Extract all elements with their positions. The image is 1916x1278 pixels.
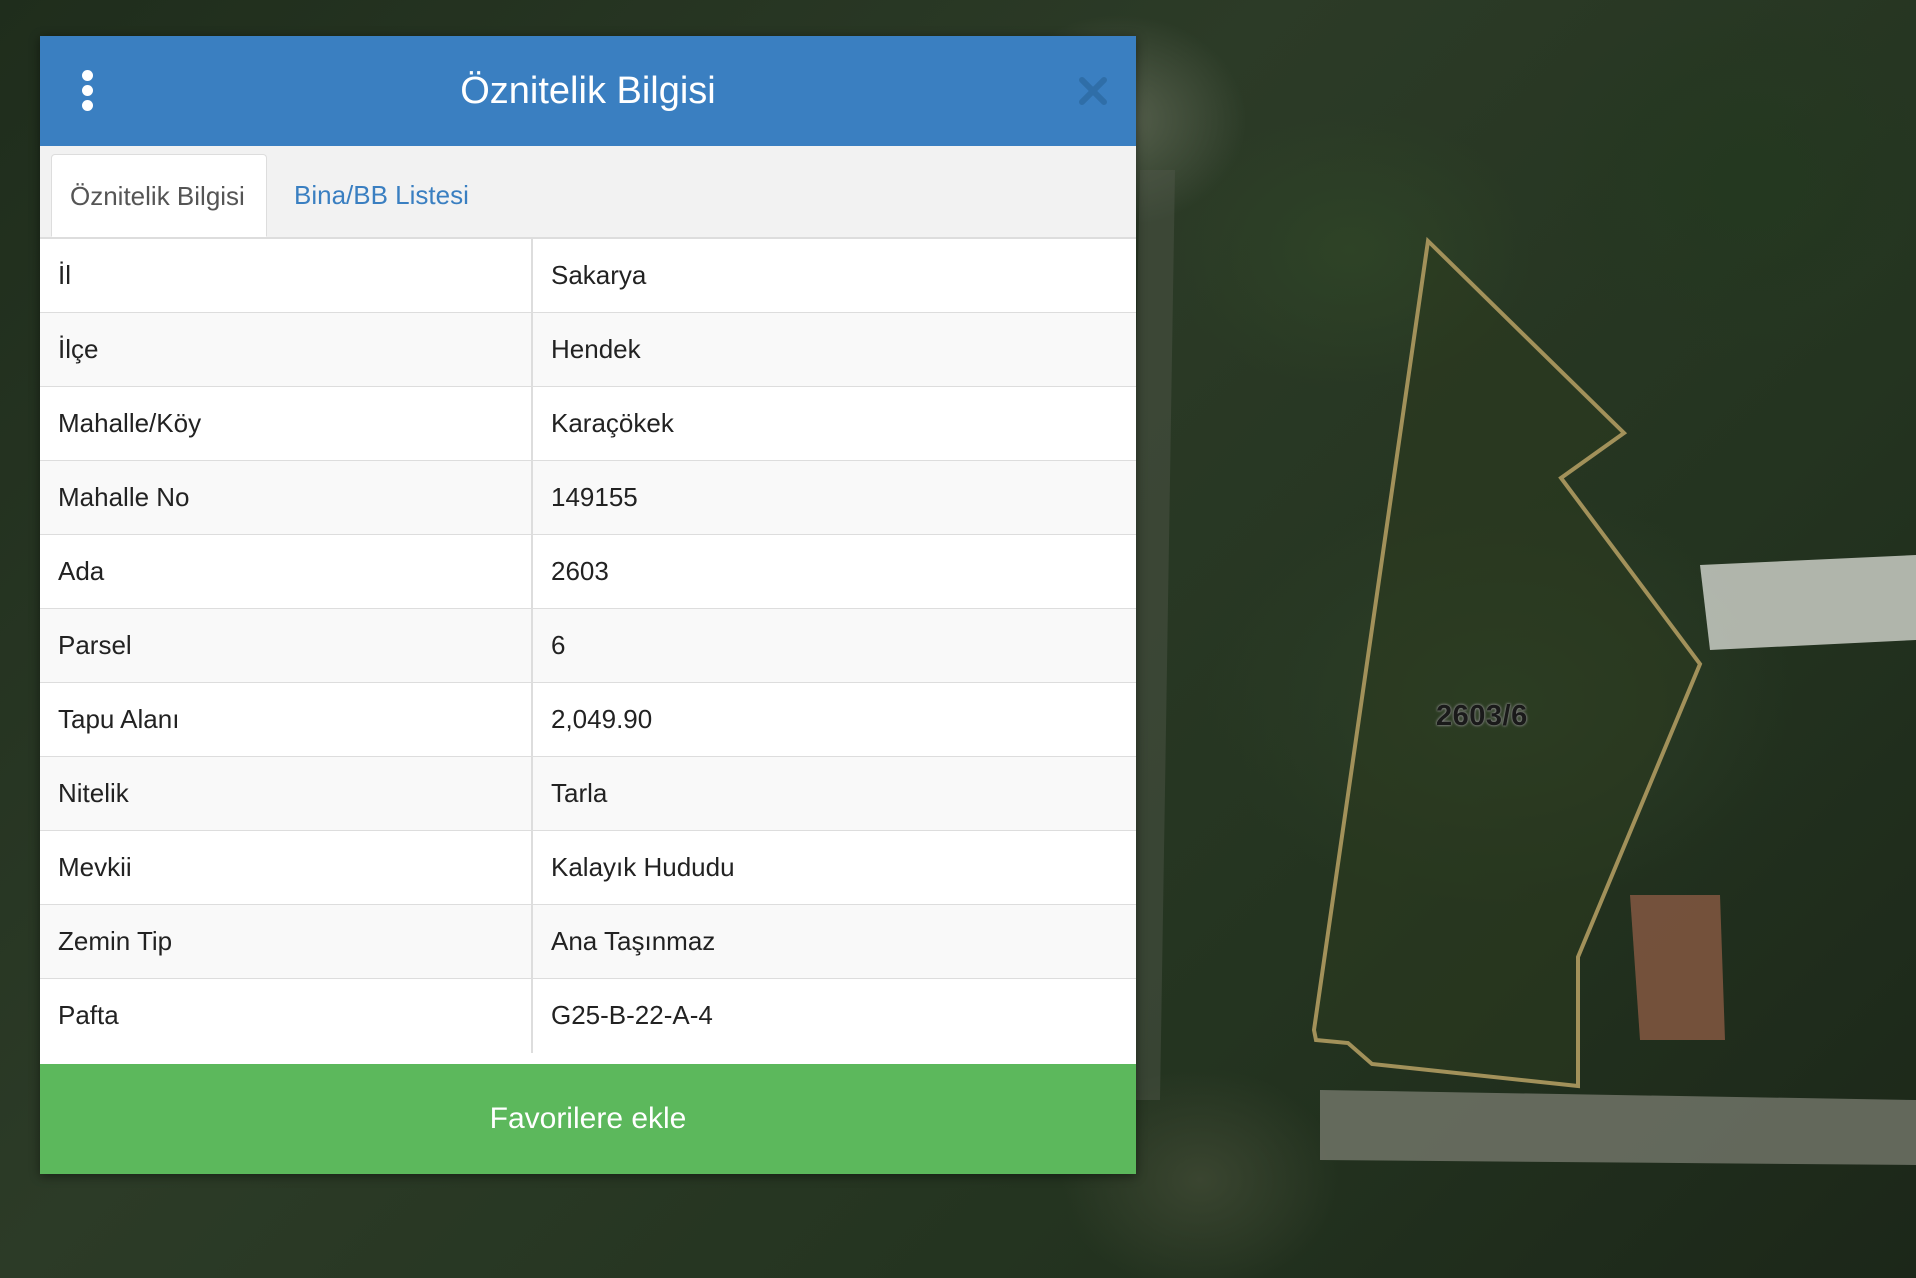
table-row: İl Sakarya	[40, 238, 1136, 313]
building-roof	[1700, 555, 1916, 650]
panel-header: Öznitelik Bilgisi	[40, 36, 1136, 146]
table-row: Ada 2603	[40, 534, 1136, 609]
row-key: İl	[40, 238, 533, 313]
row-key: Zemin Tip	[40, 904, 533, 979]
tab-bar: Öznitelik Bilgisi Bina/BB Listesi	[40, 146, 1136, 238]
tab-attribute-info[interactable]: Öznitelik Bilgisi	[51, 154, 267, 237]
row-key: Parsel	[40, 608, 533, 683]
table-row: Mahalle No 149155	[40, 460, 1136, 535]
row-value: Sakarya	[532, 238, 1136, 313]
row-key: Pafta	[40, 978, 533, 1053]
table-row: Tapu Alanı 2,049.90	[40, 682, 1136, 757]
row-value: Karaçökek	[532, 386, 1136, 461]
table-row: Mahalle/Köy Karaçökek	[40, 386, 1136, 461]
row-value: Tarla	[532, 756, 1136, 831]
row-key: Mahalle No	[40, 460, 533, 535]
table-row: Nitelik Tarla	[40, 756, 1136, 831]
row-value: G25-B-22-A-4	[532, 978, 1136, 1053]
row-value: Kalayık Hududu	[532, 830, 1136, 905]
add-to-favorites-button[interactable]: Favorilere ekle	[40, 1064, 1136, 1174]
row-value: 2,049.90	[532, 682, 1136, 757]
table-row: Zemin Tip Ana Taşınmaz	[40, 904, 1136, 979]
row-key: Nitelik	[40, 756, 533, 831]
row-key: İlçe	[40, 312, 533, 387]
row-key: Mevkii	[40, 830, 533, 905]
house-roof	[1630, 895, 1725, 1040]
row-key: Tapu Alanı	[40, 682, 533, 757]
row-value: 6	[532, 608, 1136, 683]
row-key: Ada	[40, 534, 533, 609]
parcel-label: 2603/6	[1436, 700, 1528, 732]
attribute-panel: Öznitelik Bilgisi Öznitelik Bilgisi Bina…	[40, 36, 1136, 1174]
table-row: Mevkii Kalayık Hududu	[40, 830, 1136, 905]
table-row: Pafta G25-B-22-A-4	[40, 978, 1136, 1053]
row-value: 2603	[532, 534, 1136, 609]
tab-building-list[interactable]: Bina/BB Listesi	[276, 154, 487, 237]
close-icon[interactable]	[1076, 74, 1110, 108]
attribute-table: İl Sakarya İlçe Hendek Mahalle/Köy Karaç…	[40, 238, 1136, 1053]
panel-title: Öznitelik Bilgisi	[460, 70, 716, 112]
row-value: Hendek	[532, 312, 1136, 387]
row-value: 149155	[532, 460, 1136, 535]
road	[1320, 1090, 1916, 1165]
table-row: İlçe Hendek	[40, 312, 1136, 387]
table-row: Parsel 6	[40, 608, 1136, 683]
row-key: Mahalle/Köy	[40, 386, 533, 461]
row-value: Ana Taşınmaz	[532, 904, 1136, 979]
